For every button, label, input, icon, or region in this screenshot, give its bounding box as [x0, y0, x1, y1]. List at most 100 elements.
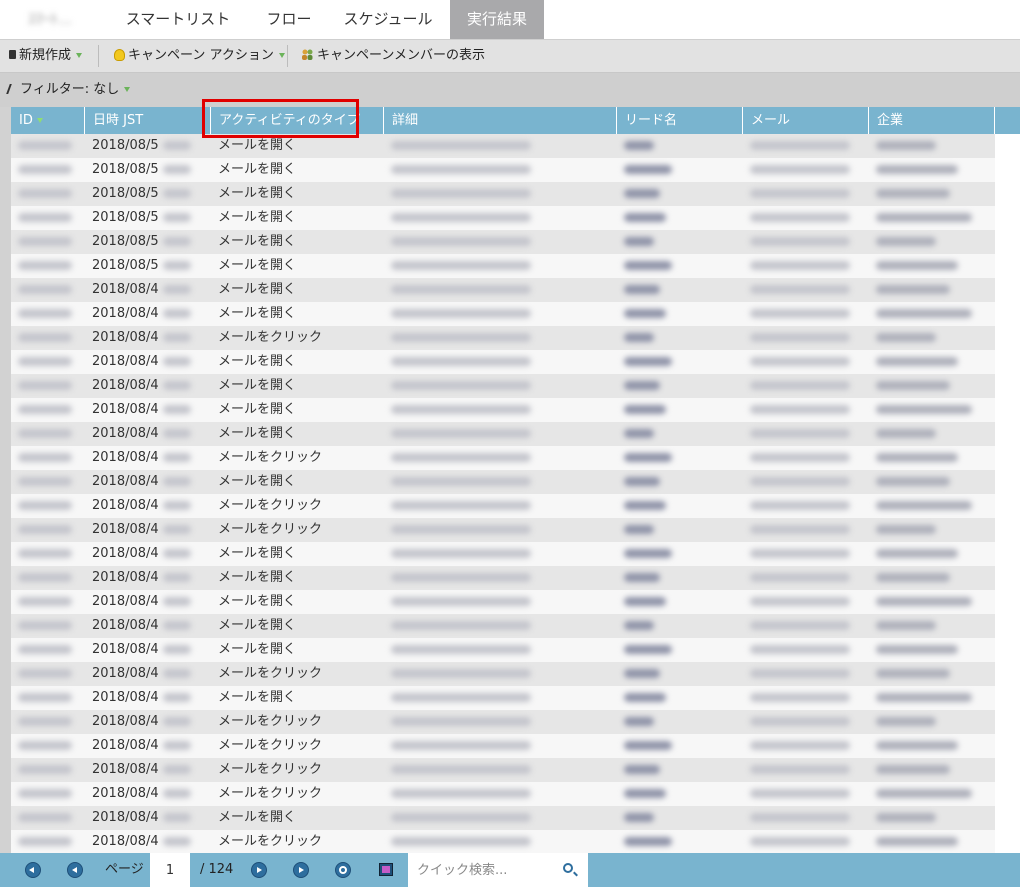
- table-row[interactable]: 2018/08/5 メールを開く: [11, 206, 1020, 230]
- export-icon[interactable]: [379, 863, 393, 876]
- search-icon[interactable]: [563, 863, 573, 873]
- table-row[interactable]: 2018/08/5 メールを開く: [11, 182, 1020, 206]
- redacted-value: [876, 525, 936, 534]
- redacted-value: [876, 501, 972, 510]
- table-row[interactable]: 2018/08/4 メールを開く: [11, 422, 1020, 446]
- cell-company: [869, 614, 995, 638]
- table-row[interactable]: 2018/08/4 メールを開く: [11, 350, 1020, 374]
- table-row[interactable]: 2018/08/4 メールをクリック: [11, 830, 1020, 853]
- last-page-icon[interactable]: [293, 862, 309, 878]
- table-row[interactable]: 2018/08/4 メールを開く: [11, 398, 1020, 422]
- cell-lead-name: [617, 446, 743, 470]
- table-row[interactable]: 2018/08/5 メールを開く: [11, 134, 1020, 158]
- cell-lead-name: [617, 206, 743, 230]
- cell-datetime: 2018/08/4: [85, 278, 211, 302]
- redacted-value: [391, 261, 531, 270]
- cell-activity-type: メールを開く: [218, 378, 297, 393]
- table-row[interactable]: 2018/08/4 メールを開く: [11, 806, 1020, 830]
- column-header-id[interactable]: ID: [11, 107, 85, 134]
- redacted-time: [162, 573, 191, 582]
- redacted-value: [750, 549, 850, 558]
- next-page-icon[interactable]: [251, 862, 267, 878]
- redacted-value: [18, 813, 72, 822]
- prev-page-icon[interactable]: [67, 862, 83, 878]
- cell-id: [11, 734, 85, 758]
- table-row[interactable]: 2018/08/4 メールをクリック: [11, 710, 1020, 734]
- filter-button[interactable]: フィルター: なし: [6, 73, 131, 107]
- table-row[interactable]: 2018/08/4 メールを開く: [11, 470, 1020, 494]
- tab-smart-list[interactable]: スマートリスト: [112, 0, 244, 39]
- table-row[interactable]: 2018/08/4 メールを開く: [11, 566, 1020, 590]
- redacted-value: [750, 381, 850, 390]
- cell-activity-type: メールを開く: [218, 210, 297, 225]
- cell-activity-type: メールを開く: [218, 690, 297, 705]
- show-members-button[interactable]: キャンペーンメンバーの表示: [301, 40, 485, 72]
- quick-search-input[interactable]: [408, 853, 558, 887]
- first-page-icon[interactable]: [25, 862, 41, 878]
- new-button[interactable]: 新規作成: [9, 40, 83, 72]
- table-row[interactable]: 2018/08/4 メールを開く: [11, 614, 1020, 638]
- cell-datetime: 2018/08/4: [85, 662, 211, 686]
- tab-flow[interactable]: フロー: [254, 0, 324, 39]
- tab-blurred[interactable]: ｽﾏｰﾄ...: [4, 0, 96, 39]
- cell-lead-name: [617, 350, 743, 374]
- column-header-detail[interactable]: 詳細: [384, 107, 617, 134]
- table-row[interactable]: 2018/08/4 メールをクリック: [11, 662, 1020, 686]
- table-row[interactable]: 2018/08/5 メールを開く: [11, 158, 1020, 182]
- table-row[interactable]: 2018/08/4 メールを開く: [11, 302, 1020, 326]
- cell-email: [743, 302, 869, 326]
- table-row[interactable]: 2018/08/4 メールを開く: [11, 638, 1020, 662]
- redacted-value: [624, 141, 654, 150]
- column-header-datetime[interactable]: 日時 JST: [85, 107, 211, 134]
- dropdown-arrow-icon: [76, 53, 83, 58]
- refresh-icon[interactable]: [335, 862, 351, 878]
- tab-schedule[interactable]: スケジュール: [334, 0, 442, 39]
- campaign-action-button[interactable]: キャンペーン アクション: [114, 40, 285, 72]
- redacted-time: [162, 597, 191, 606]
- table-row[interactable]: 2018/08/4 メールを開く: [11, 542, 1020, 566]
- cell-email: [743, 686, 869, 710]
- redacted-value: [876, 477, 950, 486]
- table-row[interactable]: 2018/08/4 メールをクリック: [11, 734, 1020, 758]
- redacted-value: [391, 189, 531, 198]
- table-row[interactable]: 2018/08/4 メールを開く: [11, 278, 1020, 302]
- column-header-lead-name[interactable]: リード名: [617, 107, 743, 134]
- redacted-value: [750, 309, 850, 318]
- cell-detail: [384, 662, 617, 686]
- table-row[interactable]: 2018/08/4 メールをクリック: [11, 494, 1020, 518]
- grid-left-gutter: [0, 107, 11, 853]
- cell-activity-type: メールを開く: [218, 618, 297, 633]
- redacted-value: [876, 453, 958, 462]
- cell-id: [11, 278, 85, 302]
- table-row[interactable]: 2018/08/4 メールを開く: [11, 686, 1020, 710]
- table-row[interactable]: 2018/08/4 メールをクリック: [11, 446, 1020, 470]
- table-row[interactable]: 2018/08/4 メールをクリック: [11, 758, 1020, 782]
- redacted-value: [18, 141, 72, 150]
- new-icon: [9, 50, 16, 59]
- column-header-company[interactable]: 企業: [869, 107, 995, 134]
- redacted-time: [162, 165, 191, 174]
- table-row[interactable]: 2018/08/4 メールを開く: [11, 590, 1020, 614]
- redacted-value: [876, 645, 958, 654]
- cell-detail: [384, 614, 617, 638]
- redacted-time: [162, 285, 191, 294]
- redacted-value: [624, 309, 666, 318]
- table-row[interactable]: 2018/08/5 メールを開く: [11, 254, 1020, 278]
- cell-datetime: 2018/08/4: [85, 614, 211, 638]
- cell-lead-name: [617, 566, 743, 590]
- table-row[interactable]: 2018/08/5 メールを開く: [11, 230, 1020, 254]
- cell-detail: [384, 470, 617, 494]
- column-header-email[interactable]: メール: [743, 107, 869, 134]
- table-row[interactable]: 2018/08/4 メールをクリック: [11, 326, 1020, 350]
- table-row[interactable]: 2018/08/4 メールを開く: [11, 374, 1020, 398]
- tab-results[interactable]: 実行結果: [450, 0, 544, 39]
- cell-id: [11, 614, 85, 638]
- page-input[interactable]: [150, 853, 190, 887]
- table-row[interactable]: 2018/08/4 メールをクリック: [11, 782, 1020, 806]
- table-row[interactable]: 2018/08/4 メールをクリック: [11, 518, 1020, 542]
- cell-date-text: 2018/08/4: [92, 570, 159, 585]
- column-header-label: 詳細: [392, 113, 419, 128]
- cell-lead-name: [617, 614, 743, 638]
- cell-detail: [384, 326, 617, 350]
- cell-detail: [384, 182, 617, 206]
